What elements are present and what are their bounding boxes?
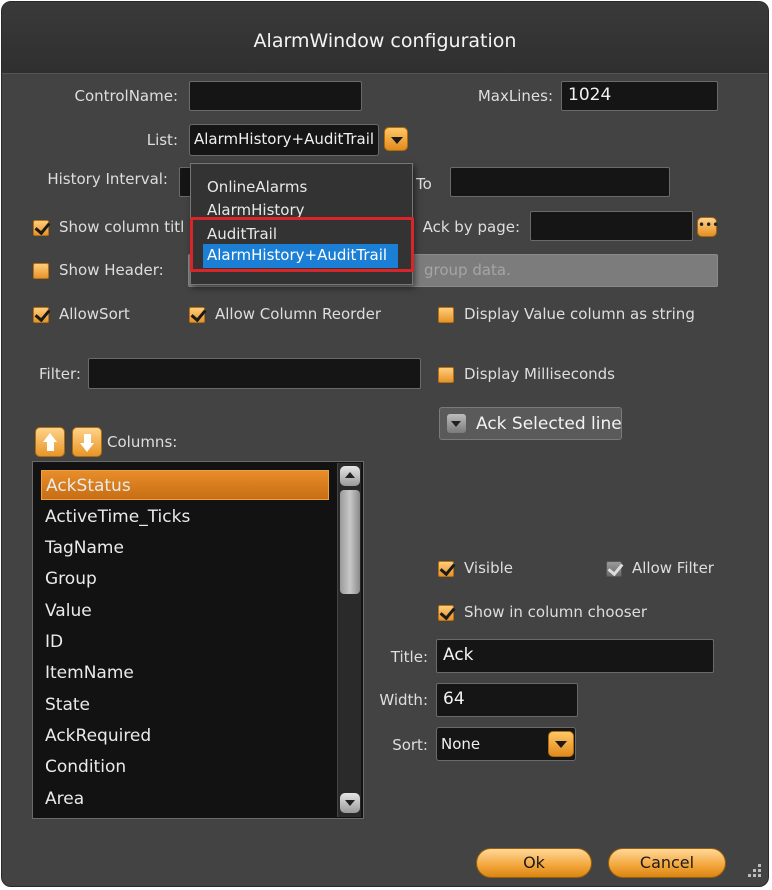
sort-label: Sort: xyxy=(392,736,428,754)
dropdown-option[interactable]: AlarmHistory xyxy=(207,201,305,219)
show-in-column-chooser-checkbox[interactable] xyxy=(438,605,454,621)
width-label: Width: xyxy=(379,691,428,709)
ack-selected-line-label: Ack Selected line xyxy=(476,414,622,434)
cancel-button[interactable]: Cancel xyxy=(608,848,726,878)
list-item[interactable]: ID xyxy=(41,627,329,657)
columns-scrollbar[interactable] xyxy=(337,463,361,817)
move-down-arrow-icon[interactable] xyxy=(72,427,102,457)
chevron-down-icon xyxy=(447,414,466,433)
list-item[interactable]: TagName xyxy=(41,533,329,563)
list-item[interactable]: Value xyxy=(41,596,329,626)
columns-label: Columns: xyxy=(107,433,178,451)
display-value-as-string-label: Display Value column as string xyxy=(464,305,695,323)
list-combo[interactable]: AlarmHistory+AuditTrail xyxy=(189,124,379,156)
columns-listbox[interactable]: AckStatus ActiveTime_Ticks TagName Group… xyxy=(32,461,364,819)
dropdown-option[interactable]: AuditTrail xyxy=(207,225,277,243)
ack-by-page-browse-button[interactable]: ••• xyxy=(697,217,719,237)
list-item[interactable]: Area xyxy=(41,784,329,814)
list-dropdown-popup: OnlineAlarms AlarmHistory AuditTrail Ala… xyxy=(190,163,413,285)
title-label: Title: xyxy=(390,648,428,666)
visible-checkbox[interactable] xyxy=(438,561,454,577)
display-milliseconds-checkbox[interactable] xyxy=(438,367,454,383)
scroll-up-icon[interactable] xyxy=(340,466,360,486)
scroll-thumb[interactable] xyxy=(340,490,360,594)
show-in-column-chooser-label: Show in column chooser xyxy=(464,603,647,621)
ok-button[interactable]: Ok xyxy=(476,848,592,878)
list-item[interactable]: State xyxy=(41,690,329,720)
show-column-title-checkbox[interactable] xyxy=(33,220,49,236)
show-column-title-label: Show column titl xyxy=(59,218,185,236)
show-header-checkbox[interactable] xyxy=(33,263,49,279)
title-bar: AlarmWindow configuration xyxy=(2,2,768,74)
list-label: List: xyxy=(146,131,178,149)
filter-input[interactable] xyxy=(88,358,421,389)
ack-by-page-label: Ack by page: xyxy=(422,218,520,236)
max-lines-label: MaxLines: xyxy=(477,87,553,105)
dropdown-option-selected[interactable]: AlarmHistory+AuditTrail xyxy=(203,244,398,268)
list-item[interactable]: ActiveTime_Ticks xyxy=(41,502,329,532)
history-interval-to-input[interactable] xyxy=(450,167,670,197)
resize-grip-icon[interactable] xyxy=(744,862,762,880)
scroll-down-icon[interactable] xyxy=(340,793,360,813)
allow-column-reorder-label: Allow Column Reorder xyxy=(215,305,381,323)
list-item[interactable]: AckRequired xyxy=(41,721,329,751)
alarm-window-config-dialog: AlarmWindow configuration ControlName: M… xyxy=(1,1,769,887)
allow-filter-label: Allow Filter xyxy=(632,559,714,577)
max-lines-input[interactable]: 1024 xyxy=(561,81,718,111)
visible-label: Visible xyxy=(464,559,513,577)
allow-sort-label: AllowSort xyxy=(59,305,130,323)
sort-dropdown-button[interactable] xyxy=(548,731,574,757)
dropdown-option[interactable]: OnlineAlarms xyxy=(207,178,307,196)
filter-label: Filter: xyxy=(39,365,81,383)
allow-filter-checkbox[interactable] xyxy=(606,561,622,577)
history-interval-to-label: To xyxy=(416,175,432,193)
list-dropdown-button[interactable] xyxy=(384,127,408,151)
control-name-label: ControlName: xyxy=(74,87,178,105)
width-input[interactable]: 64 xyxy=(436,683,578,717)
display-value-as-string-checkbox[interactable] xyxy=(438,307,454,323)
ack-selected-line-button[interactable]: Ack Selected line xyxy=(439,407,622,440)
list-item[interactable]: ItemName xyxy=(41,658,329,688)
allow-column-reorder-checkbox[interactable] xyxy=(189,307,205,323)
history-interval-label: History Interval: xyxy=(47,170,168,188)
dialog-title: AlarmWindow configuration xyxy=(253,30,517,52)
list-item[interactable]: Condition xyxy=(41,752,329,782)
show-header-label: Show Header: xyxy=(59,261,164,279)
display-milliseconds-label: Display Milliseconds xyxy=(464,365,615,383)
title-input[interactable]: Ack xyxy=(436,639,714,673)
list-item[interactable]: Group xyxy=(41,564,329,594)
control-name-input[interactable] xyxy=(189,81,362,111)
ack-by-page-input[interactable] xyxy=(530,211,693,241)
move-up-arrow-icon[interactable] xyxy=(35,427,65,457)
list-item[interactable]: AckStatus xyxy=(41,470,329,500)
allow-sort-checkbox[interactable] xyxy=(33,307,49,323)
